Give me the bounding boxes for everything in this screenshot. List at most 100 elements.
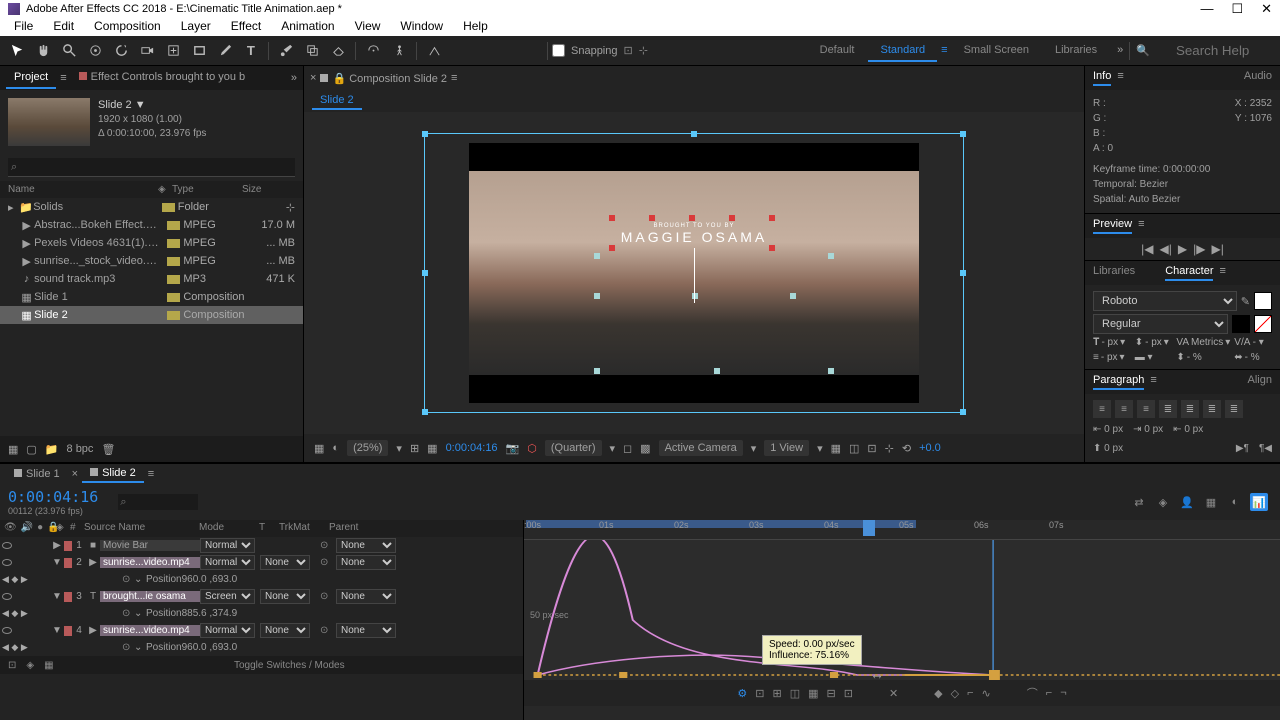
fill-color-swatch[interactable] [1254,292,1272,310]
menu-help[interactable]: Help [453,18,498,36]
project-item[interactable]: ▶Pexels Videos 4631(1).mp4MPEG... MB [0,234,303,252]
tl-toggle-icon3[interactable]: ▦ [44,660,53,671]
ltr-button[interactable]: ▶¶ [1236,441,1249,456]
project-item[interactable]: ♪sound track.mp3MP3471 K [0,270,303,288]
align-right-button[interactable]: ≡ [1137,400,1155,418]
timeline-tab-slide1[interactable]: Slide 1 [6,466,68,482]
char-menu[interactable]: ≡ [1213,265,1231,281]
camera-tool[interactable] [136,40,158,62]
info-menu[interactable]: ≡ [1111,70,1129,86]
rectangle-tool[interactable] [188,40,210,62]
workspace-libraries[interactable]: Libraries [1043,40,1109,62]
menu-effect[interactable]: Effect [221,18,271,36]
text-tool[interactable]: T [240,40,262,62]
composition-viewer[interactable]: BROUGHT TO YOU BY MAGGIE OSAMA [304,112,1084,434]
color-channel-icon[interactable]: ⬡ [527,442,537,455]
alpha-icon[interactable]: ◐ [332,442,339,454]
comp-subtab[interactable]: Slide 2 [312,92,362,110]
graph-type-icon[interactable]: ⚙ [737,687,747,700]
comp-timecode[interactable]: 0:00:04:16 [446,442,498,454]
local-axis-tool[interactable] [423,40,445,62]
col-solo-icon[interactable]: ● [37,522,43,535]
minimize-button[interactable]: — [1200,1,1213,17]
comp-tab-menu[interactable]: ≡ [447,72,461,84]
view-icon1[interactable]: ▦ [831,442,841,455]
timeline-layer[interactable]: ▶ 1 ■ Movie Bar Normal ⊙ None [0,537,523,554]
stroke-style-field[interactable]: ▬ ▾ [1135,352,1173,363]
justify-left-button[interactable]: ≣ [1159,400,1177,418]
ease-out-icon[interactable]: ¬ [1060,687,1066,699]
col-t[interactable]: T [255,522,275,535]
graph-opt2[interactable]: ⊞ [772,687,781,700]
workspace-standard[interactable]: Standard [868,40,937,62]
motion-blur-icon[interactable]: ◐ [1226,493,1244,511]
quality-dd-icon[interactable]: ▾ [610,442,616,455]
comp-info-name[interactable]: Slide 2 ▼ [98,98,206,113]
project-search-input[interactable] [8,158,295,177]
view-dd-icon[interactable]: ▾ [817,442,823,455]
project-tab[interactable]: Project [6,67,56,89]
col-trkmat[interactable]: TrkMat [275,522,325,535]
view-dropdown[interactable]: 1 View [764,440,809,456]
selection-tool[interactable] [6,40,28,62]
camera-dropdown[interactable]: Active Camera [659,440,743,456]
leading-field[interactable]: ⬍ - px ▾ [1135,337,1173,348]
puppet-tool[interactable] [388,40,410,62]
view-icon2[interactable]: ◫ [849,442,859,455]
col-parent[interactable]: Parent [325,522,395,535]
view-icon4[interactable]: ⊹ [885,442,894,455]
tl-toggle-icon1[interactable]: ⊡ [8,660,16,671]
justify-right-button[interactable]: ≣ [1203,400,1221,418]
graph-opt5[interactable]: ⊟ [827,687,836,700]
zoom-tool[interactable] [58,40,80,62]
workspace-overflow[interactable]: » [1111,40,1129,62]
project-item[interactable]: ▦Slide 1Composition [0,288,303,306]
stroke-width-field[interactable]: ≡ - px ▾ [1093,352,1131,363]
graph-opt4[interactable]: ▦ [808,687,818,700]
timeline-layer[interactable]: ▼ 2 ▶ sunrise...video.mp4 Normal None ⊙ … [0,554,523,571]
draft-3d-icon[interactable]: ◈ [1154,493,1172,511]
clone-tool[interactable] [301,40,323,62]
col-size[interactable]: Size [242,184,292,195]
convert-bezier-icon[interactable]: ∿ [982,687,991,700]
col-video-icon[interactable]: 👁 [4,522,17,535]
space-before-field[interactable]: ⬆ 0 px [1093,441,1123,456]
justify-center-button[interactable]: ≣ [1181,400,1199,418]
maximize-button[interactable]: ☐ [1231,1,1243,17]
timeline-property[interactable]: ◀ ◆ ▶⊙⌄Position960.0 ,693.0 [0,639,523,656]
align-tab[interactable]: Align [1248,374,1272,390]
composition-tab[interactable]: 🔒 Composition Slide 2 [316,72,447,85]
last-frame-button[interactable]: ▶| [1211,242,1223,256]
character-tab[interactable]: Character [1165,265,1213,281]
roto-tool[interactable] [362,40,384,62]
audio-tab[interactable]: Audio [1244,70,1272,86]
libraries-tab[interactable]: Libraries [1093,265,1135,281]
workspace-default[interactable]: Default [808,40,867,62]
graph-opt3[interactable]: ◫ [790,687,800,700]
col-source-name[interactable]: Source Name [80,522,195,535]
new-folder-button[interactable]: 📁 [45,443,59,456]
graph-opt6[interactable]: ⊡ [844,687,853,700]
play-button[interactable]: ▶ [1178,242,1187,256]
comp-mini-flowchart-icon[interactable]: ⇄ [1130,493,1148,511]
indent-right-field[interactable]: ⇤ 0 px [1173,422,1203,437]
project-item[interactable]: ▦Slide 2Composition [0,306,303,324]
grid-icon[interactable]: ▦ [427,442,437,455]
menu-window[interactable]: Window [390,18,453,36]
transparency-icon[interactable]: ▩ [640,442,650,455]
menu-edit[interactable]: Edit [43,18,84,36]
timeline-layer[interactable]: ▼ 3 T brought...ie osama Screen None ⊙ N… [0,588,523,605]
interpret-footage-button[interactable]: ▦ [8,443,18,456]
rotation-tool[interactable] [110,40,132,62]
preview-menu[interactable]: ≡ [1132,218,1150,234]
view-icon3[interactable]: ⊡ [867,442,876,455]
snap-icon2[interactable]: ⊹ [639,44,648,57]
eyedropper-icon[interactable]: ✎ [1241,295,1250,308]
tab-close-1[interactable]: × [68,468,82,480]
prev-frame-button[interactable]: ◀| [1160,242,1172,256]
eraser-tool[interactable] [327,40,349,62]
info-tab[interactable]: Info [1093,70,1111,86]
first-frame-button[interactable]: |◀ [1141,242,1153,256]
col-name[interactable]: Name [8,184,158,195]
font-weight-dropdown[interactable]: Regular [1093,314,1228,334]
